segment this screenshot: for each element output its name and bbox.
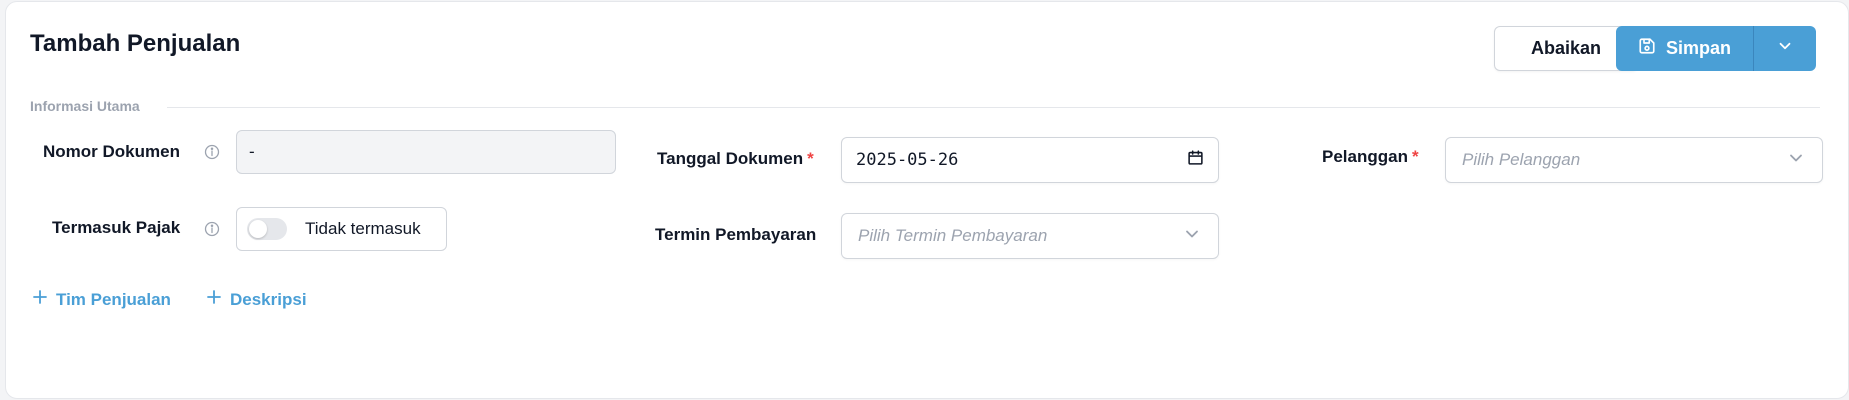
document-date-value: 2025-05-26	[856, 150, 959, 170]
info-icon[interactable]	[204, 221, 220, 237]
required-mark: *	[1411, 147, 1419, 166]
include-tax-toggle[interactable]: Tidak termasuk	[236, 207, 447, 251]
toggle-switch[interactable]	[247, 218, 287, 240]
chevron-down-icon	[1182, 224, 1202, 249]
calendar-icon[interactable]	[1187, 149, 1204, 171]
save-button[interactable]: Simpan	[1616, 26, 1754, 71]
document-date-label: Tanggal Dokumen *	[657, 149, 814, 169]
customer-placeholder: Pilih Pelanggan	[1462, 150, 1581, 169]
add-description-label: Deskripsi	[230, 289, 307, 309]
customer-label-text: Pelanggan	[1322, 147, 1408, 166]
required-mark: *	[807, 149, 814, 168]
plus-icon	[32, 289, 48, 310]
add-description-link[interactable]: Deskripsi	[206, 289, 307, 310]
document-number-label: Nomor Dokumen	[43, 142, 180, 161]
page-title: Tambah Penjualan	[30, 30, 241, 57]
payment-term-select[interactable]: Pilih Termin Pembayaran	[841, 213, 1219, 259]
chevron-down-icon	[1776, 37, 1794, 60]
chevron-down-icon	[1786, 148, 1806, 173]
plus-icon	[206, 289, 222, 310]
include-tax-toggle-text: Tidak termasuk	[305, 219, 421, 238]
form-card: Tambah Penjualan Abaikan Simpan Informas…	[5, 1, 1849, 399]
save-dropdown-button[interactable]	[1754, 26, 1816, 71]
add-sales-team-label: Tim Penjualan	[56, 289, 171, 309]
add-sales-team-link[interactable]: Tim Penjualan	[32, 289, 171, 310]
payment-term-placeholder: Pilih Termin Pembayaran	[858, 226, 1048, 245]
section-divider	[167, 107, 1820, 108]
document-number-field[interactable]: -	[236, 130, 616, 174]
save-button-label: Simpan	[1665, 38, 1731, 58]
document-date-label-text: Tanggal Dokumen	[657, 149, 804, 168]
document-number-value: -	[249, 142, 255, 161]
include-tax-label: Termasuk Pajak	[52, 218, 181, 237]
customer-label: Pelanggan *	[1322, 147, 1419, 167]
payment-term-label: Termin Pembayaran	[655, 225, 817, 244]
customer-select[interactable]: Pilih Pelanggan	[1445, 137, 1823, 183]
info-icon[interactable]	[204, 144, 220, 160]
save-icon	[1638, 37, 1656, 60]
document-date-input[interactable]: 2025-05-26	[841, 137, 1219, 183]
save-button-group: Simpan	[1616, 26, 1816, 71]
section-label: Informasi Utama	[30, 98, 140, 114]
